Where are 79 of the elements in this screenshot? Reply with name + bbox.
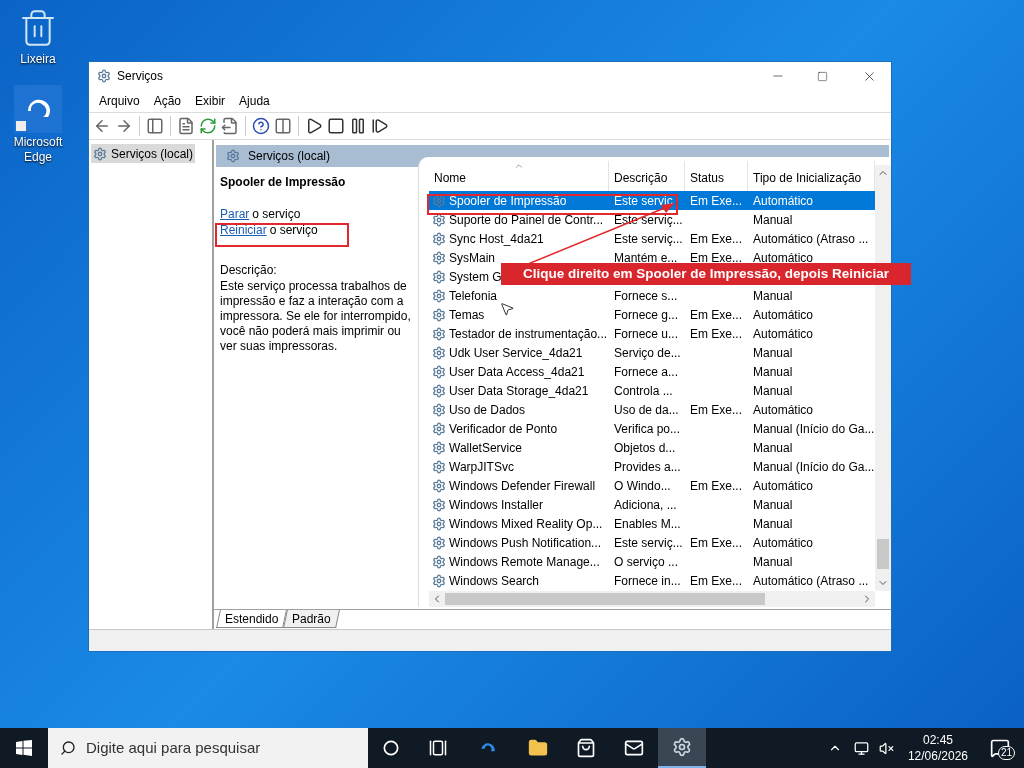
table-cell: Manual bbox=[753, 364, 793, 379]
table-cell: Este serviç... bbox=[614, 535, 683, 550]
annotation-tooltip: Clique direito em Spooler de Impressão, depois Reiniciar bbox=[501, 263, 911, 285]
service-name: Uso de Dados bbox=[449, 401, 526, 419]
table-cell: Em Exe... bbox=[690, 250, 742, 265]
table-cell: Manual bbox=[753, 212, 793, 227]
service-name: Udk User Service_4da21 bbox=[449, 344, 583, 362]
service-name: Verificador de Ponto bbox=[449, 420, 558, 438]
service-name: WarpJITSvc bbox=[449, 458, 514, 476]
table-cell: Automático bbox=[753, 535, 814, 550]
service-name: Windows Installer bbox=[449, 496, 544, 514]
service-name: Spooler de Impressão bbox=[449, 192, 567, 210]
table-cell: Em Exe... bbox=[690, 478, 742, 493]
table-cell: Manual bbox=[753, 516, 793, 531]
table-cell: Este serviç... bbox=[614, 231, 683, 246]
service-name: Temas bbox=[449, 306, 485, 324]
table-cell: Verifica po... bbox=[614, 421, 681, 436]
table-cell: Uso de da... bbox=[614, 402, 679, 417]
table-cell: Em Exe... bbox=[690, 326, 742, 341]
table-cell: Este servic bbox=[614, 193, 673, 208]
table-cell: Fornece g... bbox=[614, 307, 679, 322]
service-name: Testador de instrumentação... bbox=[449, 325, 608, 343]
table-cell: Automático (Atraso ... bbox=[753, 573, 869, 588]
service-name: Windows Search bbox=[449, 572, 540, 590]
service-name: Windows Push Notification... bbox=[449, 534, 602, 552]
table-cell: Manual bbox=[753, 345, 793, 360]
table-cell: Automático bbox=[753, 402, 814, 417]
service-name: User Data Storage_4da21 bbox=[449, 382, 589, 400]
table-cell: O Windo... bbox=[614, 478, 671, 493]
table-cell: Manual bbox=[753, 288, 793, 303]
table-cell: Automático bbox=[753, 326, 814, 341]
service-name: Windows Mixed Reality Op... bbox=[449, 515, 603, 533]
table-cell: Objetos d... bbox=[614, 440, 676, 455]
table-cell: Automático bbox=[753, 250, 814, 265]
table-cell: Manual bbox=[753, 497, 793, 512]
service-name: Sync Host_4da21 bbox=[449, 230, 544, 248]
table-cell: Manual bbox=[753, 440, 793, 455]
table-cell: Adiciona, ... bbox=[614, 497, 677, 512]
table-cell: Automático bbox=[753, 307, 814, 322]
service-name: System G bbox=[449, 268, 502, 286]
service-name: Telefonia bbox=[449, 287, 498, 305]
service-name: Windows Remote Manage... bbox=[449, 553, 600, 571]
description-label: Descrição: bbox=[220, 262, 278, 279]
action-text: o serviço bbox=[269, 222, 318, 237]
service-name: Windows Defender Firewall bbox=[449, 477, 596, 495]
service-name: WalletService bbox=[449, 439, 522, 457]
action-text: o serviço bbox=[252, 206, 301, 221]
table-cell: Serviço de... bbox=[614, 345, 681, 360]
window-title: Serviços bbox=[117, 68, 163, 85]
table-cell: Fornece s... bbox=[614, 288, 678, 303]
table-cell: Em Exe... bbox=[690, 535, 742, 550]
table-cell: Provides a... bbox=[614, 459, 681, 474]
notification-count: 21 bbox=[998, 746, 1016, 760]
table-cell: O serviço ... bbox=[614, 554, 678, 569]
table-cell: Fornece in... bbox=[614, 573, 681, 588]
service-name: Suporte do Painel de Contr... bbox=[449, 211, 604, 229]
table-cell: Controla ... bbox=[614, 383, 673, 398]
table-cell: Manual bbox=[753, 383, 793, 398]
table-cell: Em Exe... bbox=[690, 573, 742, 588]
service-title: Spooler de Impressão bbox=[220, 174, 347, 191]
table-cell: Automático bbox=[753, 478, 814, 493]
table-cell: Fornece a... bbox=[614, 364, 679, 379]
table-cell: Fornece u... bbox=[614, 326, 679, 341]
desktop-icon-label: Microsoft Edge bbox=[12, 135, 64, 165]
service-name: User Data Access_4da21 bbox=[449, 363, 585, 381]
table-cell: Mantém e... bbox=[614, 250, 678, 265]
table-cell: Em Exe... bbox=[690, 402, 742, 417]
service-name: SysMain bbox=[449, 249, 495, 267]
table-cell: Manual bbox=[753, 554, 793, 569]
table-cell: Enables M... bbox=[614, 516, 681, 531]
table-cell: Manual (Início do Ga... bbox=[753, 421, 875, 436]
table-cell: Automático bbox=[753, 193, 814, 208]
desktop-icon-label: Lixeira bbox=[19, 52, 57, 67]
table-cell: Em Exe... bbox=[690, 231, 742, 246]
table-cell: Em Exe... bbox=[690, 307, 742, 322]
table-cell: Em Exe... bbox=[690, 193, 742, 208]
table-cell: Automático (Atraso ... bbox=[753, 231, 869, 246]
table-cell: Manual (Início do Ga... bbox=[753, 459, 875, 474]
service-description: Este serviço processa trabalhos de impressão e faz a interação com a impressora. Se ele for interrompido, você não poderá mais imprimir ou ver suas impressoras. bbox=[220, 279, 412, 354]
